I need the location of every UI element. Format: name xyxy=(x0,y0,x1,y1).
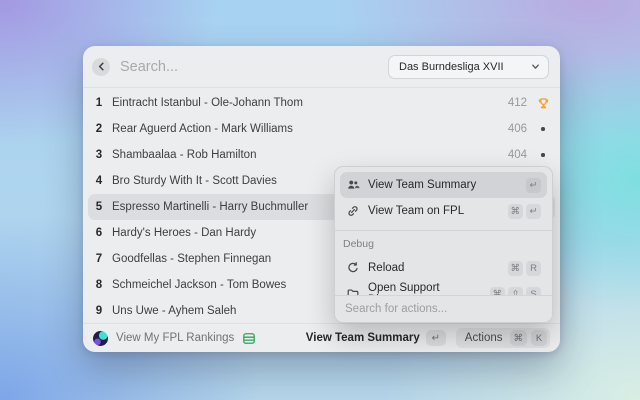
back-arrow-icon xyxy=(96,61,107,72)
team-name: Espresso Martinelli - Harry Buchmuller xyxy=(112,201,308,213)
score: 404 xyxy=(508,149,527,161)
rank-number: 2 xyxy=(92,123,106,135)
action-menu-list: View Team Summary↵View Team on FPL⌘↵ Deb… xyxy=(335,167,552,297)
team-name: Uns Uwe - Ayhem Saleh xyxy=(112,305,236,317)
trophy-icon xyxy=(536,97,550,110)
chevron-down-icon xyxy=(531,62,540,71)
rank-number: 3 xyxy=(92,149,106,161)
action-menu: View Team Summary↵View Team on FPL⌘↵ Deb… xyxy=(334,166,553,323)
team-name: Shambaalaa - Rob Hamilton xyxy=(112,149,256,161)
menu-item[interactable]: View Team Summary ↵ xyxy=(340,172,547,198)
rank-number: 6 xyxy=(92,227,106,239)
reload-icon xyxy=(346,261,360,275)
keycap: ↵ xyxy=(526,178,541,193)
menu-section-label: Debug xyxy=(340,231,547,255)
rank-number: 7 xyxy=(92,253,106,265)
k-keycap: K xyxy=(531,330,547,346)
list-item[interactable]: 2 Rear Aguerd Action - Mark Williams 406 xyxy=(88,116,555,142)
league-dropdown[interactable]: Das Burndesliga XVII xyxy=(388,55,549,79)
link-icon xyxy=(346,204,360,218)
team-name: Goodfellas - Stephen Finnegan xyxy=(112,253,271,265)
rank-number: 8 xyxy=(92,279,106,291)
header: Das Burndesliga XVII xyxy=(83,46,560,88)
menu-item-label: View Team Summary xyxy=(368,179,476,191)
rank-number: 4 xyxy=(92,175,106,187)
team-icon xyxy=(346,178,360,192)
menu-item-label: View Team on FPL xyxy=(368,205,464,217)
primary-action-button[interactable]: View Team Summary xyxy=(306,332,420,344)
card-icon xyxy=(242,332,256,345)
team-name: Eintracht Istanbul - Ole-Johann Thom xyxy=(112,97,303,109)
league-dropdown-value: Das Burndesliga XVII xyxy=(399,61,531,73)
keycap: ⌘ xyxy=(508,204,524,219)
action-search-input[interactable] xyxy=(345,303,542,315)
cmd-keycap: ⌘ xyxy=(510,330,528,346)
list-item[interactable]: 3 Shambaalaa - Rob Hamilton 404 xyxy=(88,142,555,168)
team-name: Hardy's Heroes - Dan Hardy xyxy=(112,227,256,239)
actions-button[interactable]: Actions ⌘ K xyxy=(456,328,550,348)
action-search-bar xyxy=(335,295,552,322)
score: 412 xyxy=(508,97,527,109)
menu-item-label: Reload xyxy=(368,262,404,274)
shortcut-keys: ⌘↵ xyxy=(508,204,542,219)
rank-number: 5 xyxy=(92,201,106,213)
rank-number: 1 xyxy=(92,97,106,109)
footer: View My FPL Rankings View Team Summary ↵… xyxy=(83,323,560,352)
team-name: Rear Aguerd Action - Mark Williams xyxy=(112,123,293,135)
score: 406 xyxy=(508,123,527,135)
back-button[interactable] xyxy=(92,58,110,76)
action-menu-main: View Team Summary ↵ View Team on FPL ⌘↵ xyxy=(340,172,547,224)
keycap: ↵ xyxy=(526,204,541,219)
rank-number: 9 xyxy=(92,305,106,317)
keycap: ⌘ xyxy=(508,261,524,276)
action-menu-debug: Reload⌘ROpen Support Directory⌘⇧S xyxy=(340,255,547,297)
command-title: View My FPL Rankings xyxy=(116,332,234,344)
team-name: Bro Sturdy With It - Scott Davies xyxy=(112,175,277,187)
fpl-logo-icon xyxy=(93,331,108,346)
list-item[interactable]: 1 Eintracht Istanbul - Ole-Johann Thom 412 xyxy=(88,90,555,116)
dot-icon xyxy=(536,127,550,131)
actions-label: Actions xyxy=(465,332,503,344)
menu-item[interactable]: View Team on FPL ⌘↵ xyxy=(340,198,547,224)
dot-icon xyxy=(536,153,550,157)
team-name: Schmeichel Jackson - Tom Bowes xyxy=(112,279,286,291)
keycap: R xyxy=(526,261,541,276)
shortcut-keys: ↵ xyxy=(526,178,541,193)
shortcut-keys: ⌘R xyxy=(508,261,542,276)
search-input[interactable] xyxy=(120,59,388,75)
enter-keycap: ↵ xyxy=(426,330,446,346)
menu-item[interactable]: Reload ⌘R xyxy=(340,255,547,281)
